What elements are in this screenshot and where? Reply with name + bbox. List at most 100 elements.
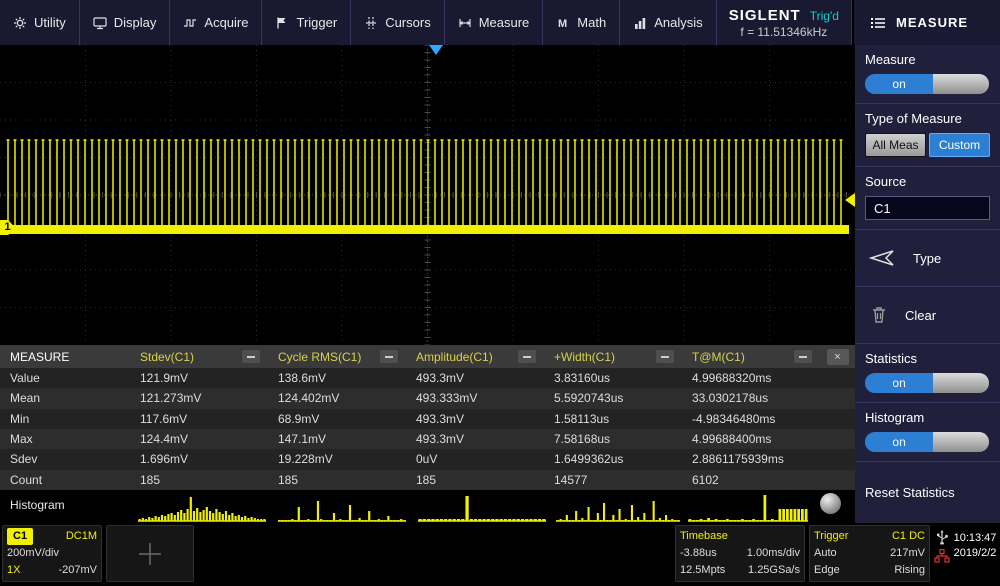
measure-value-cell: 68.9mV — [268, 412, 406, 426]
menu-measure[interactable]: Measure — [445, 0, 544, 45]
toggle-knob — [933, 373, 989, 393]
close-table-button[interactable]: × — [827, 349, 849, 365]
menu-analysis[interactable]: Analysis — [620, 0, 716, 45]
siglent-logo: SIGLENT — [729, 7, 801, 24]
frequency-readout: f = 11.51346kHz — [740, 25, 827, 39]
column-header: Stdev(C1) — [130, 350, 268, 364]
menu-label: Analysis — [654, 15, 702, 30]
panel-title: MEASURE — [896, 15, 968, 30]
clock-time: 10:13:47 — [952, 531, 998, 546]
measure-icon — [458, 16, 472, 30]
channel-offset-indicator — [106, 525, 194, 582]
floating-control-ball[interactable] — [820, 493, 841, 514]
trigger-panel[interactable]: Trigger C1 DC Auto 217mV Edge Rising — [809, 525, 930, 582]
measure-value-cell: 4.99688400ms — [682, 432, 820, 446]
waveform-display: 1 — [0, 45, 855, 345]
toggle-on-label: on — [865, 373, 933, 393]
measurement-table: MEASURE Stdev(C1) Cycle RMS(C1) Amplitud… — [0, 345, 855, 490]
measure-value-cell: 147.1mV — [268, 432, 406, 446]
remove-measure-button[interactable] — [242, 350, 260, 363]
type-of-measure-section: Type of Measure All Meas Custom — [855, 104, 1000, 167]
measure-value-cell: 7.58168us — [544, 432, 682, 446]
column-header: T@M(C1) — [682, 350, 820, 364]
custom-button[interactable]: Custom — [929, 133, 990, 157]
crosshair-icon — [135, 539, 165, 569]
column-header: Amplitude(C1) — [406, 350, 544, 364]
measure-value-cell: 185 — [406, 473, 544, 487]
channel-offset: -207mV — [58, 562, 97, 579]
trash-icon — [869, 305, 889, 325]
clock-date: 2019/2/2 — [952, 546, 998, 561]
menu-cursors[interactable]: Cursors — [351, 0, 445, 45]
gear-icon — [13, 16, 27, 30]
type-label: Type — [913, 251, 941, 266]
measure-value-cell: 19.228mV — [268, 452, 406, 466]
measure-value-cell: 185 — [268, 473, 406, 487]
histogram-toggle[interactable]: on — [865, 432, 989, 452]
measure-value-cell: 0uV — [406, 452, 544, 466]
menu-label: Math — [577, 15, 606, 30]
table-row: Min 117.6mV 68.9mV 493.3mV 1.58113us -4.… — [0, 409, 855, 429]
timebase-delay: -3.88us — [680, 545, 717, 562]
measure-value-cell: 493.3mV — [406, 371, 544, 385]
menu-trigger[interactable]: Trigger — [262, 0, 351, 45]
measure-value-cell: 5.5920743us — [544, 391, 682, 405]
measure-value-cell: 493.333mV — [406, 391, 544, 405]
trigger-position-marker[interactable] — [429, 45, 443, 55]
list-menu-icon — [870, 16, 886, 30]
clear-button[interactable]: Clear — [855, 287, 1000, 344]
menu-utility[interactable]: Utility — [0, 0, 80, 45]
remove-measure-button[interactable] — [380, 350, 398, 363]
math-icon: M — [556, 16, 570, 30]
minus-icon — [799, 356, 807, 358]
menu-label: Display — [114, 15, 157, 30]
histogram-strip: Histogram — [0, 490, 855, 523]
trigger-slope: Rising — [894, 562, 925, 579]
type-icon — [869, 248, 897, 268]
menu-math[interactable]: M Math — [543, 0, 620, 45]
type-button[interactable]: Type — [855, 230, 1000, 287]
all-meas-button[interactable]: All Meas — [865, 133, 926, 157]
measure-value-cell: 124.4mV — [130, 432, 268, 446]
row-label: Sdev — [0, 452, 130, 466]
measure-value-cell: 121.9mV — [130, 371, 268, 385]
top-menu-bar: Utility Display Acquire Trigger — [0, 0, 1000, 45]
remove-measure-button[interactable] — [794, 350, 812, 363]
menu-acquire[interactable]: Acquire — [170, 0, 262, 45]
measure-value-cell: 33.0302178us — [682, 391, 820, 405]
channel-scale: 200mV/div — [7, 545, 59, 562]
remove-measure-button[interactable] — [656, 350, 674, 363]
menu-label: Cursors — [385, 15, 431, 30]
measure-value-cell: -4.98346480ms — [682, 412, 820, 426]
trigger-level: 217mV — [890, 545, 925, 562]
channel-1-panel[interactable]: C1 DC1M 200mV/div 1X -207mV — [2, 525, 102, 582]
statistics-section: Statistics on — [855, 344, 1000, 403]
usb-icon — [935, 529, 949, 545]
timebase-title: Timebase — [680, 528, 728, 545]
trigger-title: Trigger — [814, 528, 848, 545]
minus-icon — [661, 356, 669, 358]
menu-display[interactable]: Display — [80, 0, 171, 45]
clock: 10:13:47 2019/2/2 — [952, 531, 998, 561]
table-row: Value 121.9mV 138.6mV 493.3mV 3.83160us … — [0, 368, 855, 388]
reset-statistics-button[interactable]: Reset Statistics — [855, 462, 1000, 523]
cursors-icon — [364, 16, 378, 30]
measure-value-cell: 121.273mV — [130, 391, 268, 405]
source-select[interactable]: C1 — [865, 196, 990, 220]
measure-value-cell: 124.402mV — [268, 391, 406, 405]
trigger-level-marker[interactable] — [845, 193, 855, 207]
measure-toggle[interactable]: on — [865, 74, 989, 94]
statistics-toggle[interactable]: on — [865, 373, 989, 393]
remove-measure-button[interactable] — [518, 350, 536, 363]
row-label: Value — [0, 371, 130, 385]
table-row: Count 185 185 185 14577 6102 — [0, 470, 855, 490]
toggle-knob — [933, 74, 989, 94]
timebase-samplerate: 1.25GSa/s — [748, 562, 800, 579]
status-bar: C1 DC1M 200mV/div 1X -207mV Timebase -3.… — [0, 523, 1000, 586]
column-header: Cycle RMS(C1) — [268, 350, 406, 364]
type-of-measure-title: Type of Measure — [865, 111, 990, 126]
timebase-panel[interactable]: Timebase -3.88us 1.00ms/div 12.5Mpts 1.2… — [675, 525, 805, 582]
measure-sidebar: Measure on Type of Measure All Meas Cust… — [855, 45, 1000, 523]
measure-panel-header[interactable]: MEASURE — [852, 0, 1000, 45]
measure-value-cell: 1.6499362us — [544, 452, 682, 466]
